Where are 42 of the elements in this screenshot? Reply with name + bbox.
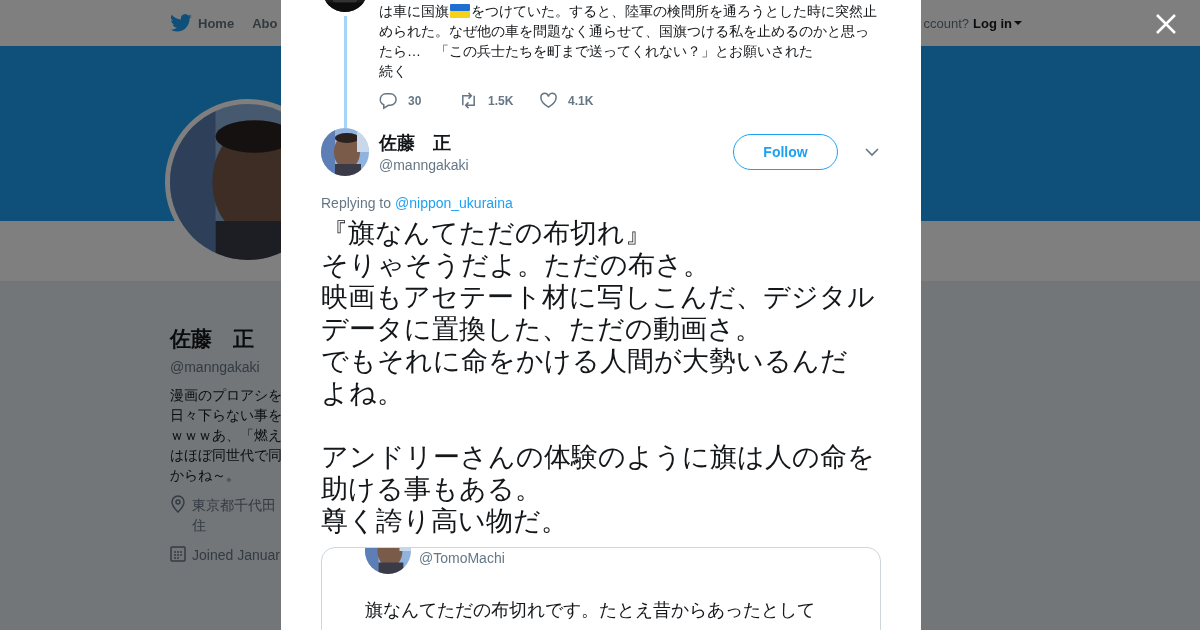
- replying-label: Replying to: [321, 195, 392, 211]
- profile-bio: 漫画のプロアシを 日々下らない事を ｗｗｗあ、「燃え はほぼ同世代で同 からね～。: [170, 386, 282, 485]
- author-handle: @manngakaki: [379, 157, 469, 173]
- tweet-text: は車に国旗: [379, 2, 449, 21]
- author-name: 佐藤 正: [379, 132, 452, 155]
- location-pin-icon: [170, 495, 186, 513]
- reply-count: 30: [408, 93, 422, 108]
- tweet-text-line: データに置換した、ただの動画さ。: [321, 313, 762, 345]
- login-button[interactable]: Log in: [973, 15, 1022, 31]
- quoted-tweet-card[interactable]: @TomoMachi 旗なんてただの布切れです。たとえ昔からあったとして: [321, 547, 881, 630]
- tweet-text-line: 映画もアセテート材に写しこんだ、デジタル: [321, 281, 875, 313]
- tweet-text-line: 『旗なんてただの布切れ』: [321, 217, 652, 249]
- tweet-text-line: よね。: [321, 377, 404, 409]
- close-button[interactable]: [1154, 12, 1178, 36]
- quoted-tweet-text: 旗なんてただの布切れです。たとえ昔からあったとして: [365, 599, 816, 622]
- flag-icon: [450, 4, 470, 18]
- profile-location: 東京都千代田 住: [192, 496, 276, 535]
- calendar-icon: [170, 545, 186, 563]
- follow-button[interactable]: Follow: [733, 134, 838, 170]
- profile-handle: @manngakaki: [170, 359, 260, 375]
- retweet-count: 1.5K: [488, 93, 514, 108]
- tweet-text: たら… 「この兵士たちを町まで送ってくれない？」とお願いされた: [379, 42, 814, 61]
- profile-name: 佐藤 正: [170, 326, 254, 352]
- reply-icon[interactable]: [379, 91, 398, 110]
- tweet-text-line: そりゃそうだよ。ただの布さ。: [321, 249, 710, 281]
- like-count: 4.1K: [568, 93, 594, 108]
- account-prompt: ccount?: [923, 15, 969, 31]
- tweet-text-line: アンドリーさんの体験のように旗は人の命を: [321, 441, 875, 473]
- tweet-text: をつけていた。すると、陸軍の検問所を通ろうとした時に突然止: [471, 2, 877, 21]
- tweet-text-line: 助ける事もある。: [321, 473, 542, 505]
- about-link[interactable]: Abo: [252, 15, 278, 31]
- home-link[interactable]: Home: [198, 15, 235, 31]
- tweet-text: められた。なぜ他の車を問題なく通らせて、国旗つける私を止めるのかと思っ: [379, 22, 870, 41]
- tweet-text-line: 尊く誇り高い物だ。: [321, 505, 568, 537]
- read-more-link[interactable]: 続く: [379, 61, 881, 81]
- tweet-text-line: でもそれに命をかける人間が大勢いるんだ: [321, 345, 848, 377]
- mention-link[interactable]: @nippon_ukuraina: [395, 195, 513, 211]
- retweet-icon[interactable]: [459, 91, 478, 110]
- profile-joined: Joined Januar: [192, 546, 280, 565]
- quoted-handle: @TomoMachi: [419, 550, 505, 566]
- caret-icon: [1014, 20, 1022, 26]
- heart-icon[interactable]: [539, 91, 558, 110]
